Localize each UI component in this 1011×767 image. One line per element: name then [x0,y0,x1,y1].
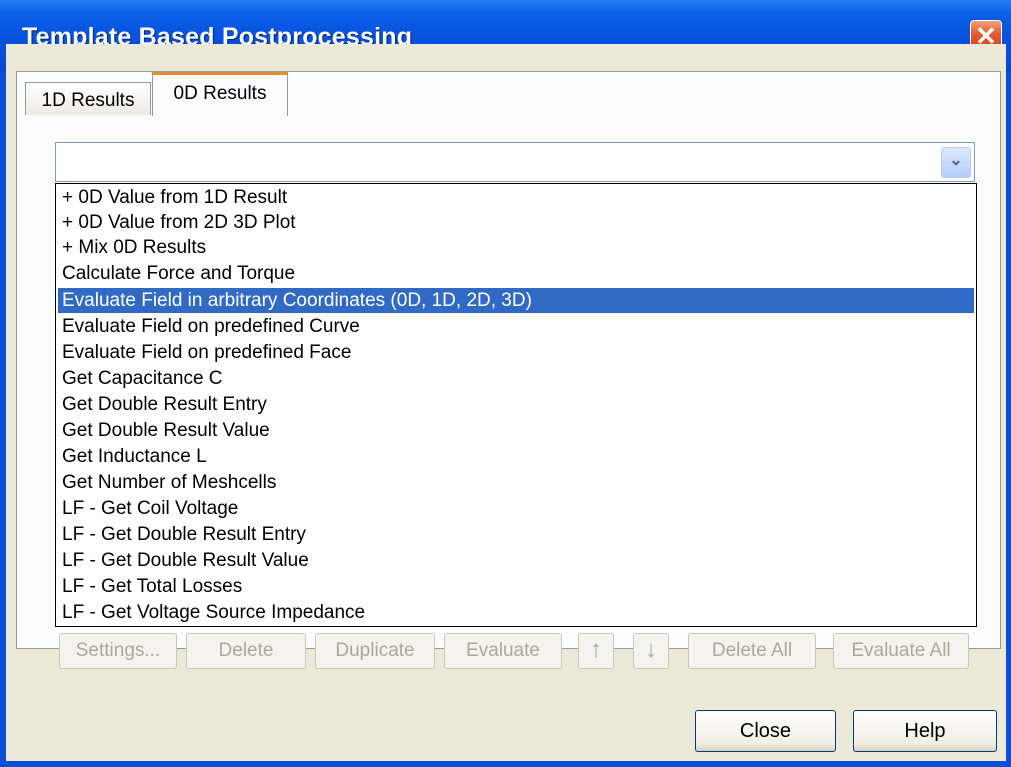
list-item[interactable]: Get Double Result Value [58,418,974,443]
template-combobox[interactable]: ⌄ [55,142,975,182]
delete-button[interactable]: Delete [186,633,306,669]
evaluate-button[interactable]: Evaluate [444,633,562,669]
template-dropdown-list[interactable]: + 0D Value from 1D Result + 0D Value fro… [55,183,977,627]
arrow-up-icon: ↑ [590,636,602,663]
delete-all-button[interactable]: Delete All [688,633,816,669]
list-item[interactable]: Get Inductance L [58,444,974,469]
combobox-dropdown-button[interactable]: ⌄ [941,147,971,178]
list-item[interactable]: LF - Get Total Losses [58,574,974,599]
move-down-button[interactable]: ↓ [633,633,669,669]
chevron-down-icon: ⌄ [949,152,963,169]
list-item[interactable]: + 0D Value from 2D 3D Plot [58,210,974,235]
list-item[interactable]: LF - Get Voltage Source Impedance [58,600,974,625]
settings-button[interactable]: Settings... [59,633,177,669]
list-item[interactable]: Get Number of Meshcells [58,470,974,495]
list-item[interactable]: + 0D Value from 1D Result [58,185,974,210]
list-item-selected[interactable]: Evaluate Field in arbitrary Coordinates … [58,288,974,313]
list-item[interactable]: LF - Get Double Result Value [58,548,974,573]
dialog-window: Template Based Postprocessing ✕ 1D Resul… [0,0,1011,767]
list-item[interactable]: Get Capacitance C [58,366,974,391]
list-item[interactable]: Evaluate Field on predefined Face [58,340,974,365]
list-item[interactable]: Get Double Result Entry [58,392,974,417]
list-item[interactable]: + Mix 0D Results [58,235,974,260]
list-item[interactable]: Calculate Force and Torque [58,261,974,286]
list-item[interactable]: Evaluate Field on predefined Curve [58,314,974,339]
help-button[interactable]: Help [853,710,997,752]
arrow-down-icon: ↓ [645,636,657,663]
tab-0d-results[interactable]: 0D Results [152,72,288,116]
close-button[interactable]: Close [695,710,836,752]
list-item[interactable]: LF - Get Double Result Entry [58,522,974,547]
move-up-button[interactable]: ↑ [578,633,614,669]
list-item[interactable]: LF - Get Coil Voltage [58,496,974,521]
evaluate-all-button[interactable]: Evaluate All [833,633,969,669]
tab-1d-results[interactable]: 1D Results [25,82,151,115]
duplicate-button[interactable]: Duplicate [315,633,435,669]
